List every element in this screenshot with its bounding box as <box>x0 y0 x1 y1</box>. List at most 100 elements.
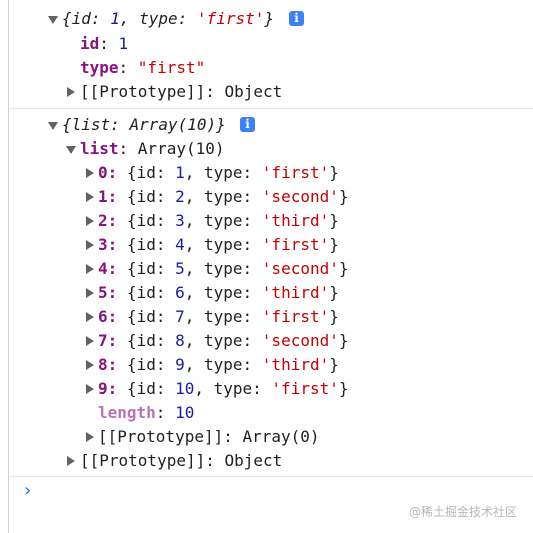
item-value-type: 'second' <box>261 331 339 350</box>
object-summary[interactable]: {list: Array(10)} <box>62 113 226 137</box>
property-list[interactable]: list: Array(10) <box>80 137 225 161</box>
array-index: 4 <box>98 259 108 278</box>
prototype-value: Object <box>224 82 283 101</box>
item-key-id: id: <box>136 163 176 182</box>
item-value-id: 9 <box>175 355 185 374</box>
expand-arrow-right-icon[interactable] <box>86 240 94 250</box>
array-item-row[interactable]: 5: {id: 6, type: 'third'} <box>98 281 339 305</box>
item-value-id: 4 <box>175 235 185 254</box>
array-item-row[interactable]: 2: {id: 3, type: 'third'} <box>98 209 339 233</box>
brace: { <box>126 331 137 350</box>
summary-value-id: 1 <box>110 9 120 28</box>
array-prototype-row[interactable]: [[Prototype]]: Array(0) <box>98 425 320 449</box>
brace: { <box>126 163 137 182</box>
array-index: 6 <box>98 307 108 326</box>
prototype-label: [[Prototype]] <box>80 82 206 101</box>
array-item-row[interactable]: 3: {id: 4, type: 'first'} <box>98 233 339 257</box>
expand-arrow-right-icon[interactable] <box>86 432 94 442</box>
brace: { <box>126 307 137 326</box>
array-index: 9 <box>98 379 108 398</box>
item-key-type: , type: <box>184 163 262 182</box>
watermark: @稀土掘金技术社区 <box>408 505 517 519</box>
item-key-type: , type: <box>184 331 262 350</box>
expand-arrow-down-icon[interactable] <box>66 146 76 154</box>
expand-arrow-right-icon[interactable] <box>86 288 94 298</box>
item-key-type: , type: <box>184 355 262 374</box>
prototype-label: [[Prototype]] <box>80 451 206 470</box>
array-item-row[interactable]: 7: {id: 8, type: 'second'} <box>98 329 349 353</box>
array-index: 5 <box>98 283 108 302</box>
summary-value-type: 'first' <box>196 9 265 28</box>
brace: { <box>126 259 137 278</box>
item-key-type: , type: <box>184 283 262 302</box>
brace: { <box>62 115 72 134</box>
colon: : <box>107 379 118 398</box>
array-index: 0 <box>98 163 108 182</box>
brace: } <box>338 259 349 278</box>
item-value-type: 'first' <box>261 163 330 182</box>
property-key: list <box>80 139 119 158</box>
item-value-type: 'first' <box>261 235 330 254</box>
object-summary[interactable]: {id: 1, type: 'first'} <box>62 7 274 31</box>
colon: : <box>107 187 118 206</box>
item-value-type: 'second' <box>261 259 339 278</box>
item-key-id: id: <box>136 379 176 398</box>
array-index: 8 <box>98 355 108 374</box>
item-value-id: 1 <box>175 163 185 182</box>
info-icon[interactable]: i <box>289 11 304 26</box>
item-key-id: id: <box>136 307 176 326</box>
expand-arrow-right-icon[interactable] <box>86 168 94 178</box>
item-value-type: 'third' <box>261 355 330 374</box>
item-key-type: , type: <box>184 235 262 254</box>
item-key-type: , type: <box>184 187 262 206</box>
array-item-row[interactable]: 0: {id: 1, type: 'first'} <box>98 161 339 185</box>
item-value-id: 3 <box>175 211 185 230</box>
brace: { <box>126 187 137 206</box>
console-left-border <box>8 0 9 533</box>
colon: : <box>107 163 118 182</box>
colon: : <box>107 235 118 254</box>
brace: } <box>216 115 226 134</box>
colon: : <box>107 211 118 230</box>
item-key-id: id: <box>136 211 176 230</box>
summary-key-type: type: <box>139 9 188 28</box>
expand-arrow-right-icon[interactable] <box>86 192 94 202</box>
array-item-row[interactable]: 4: {id: 5, type: 'second'} <box>98 257 349 281</box>
prototype-row[interactable]: [[Prototype]]: Object <box>80 80 282 104</box>
expand-arrow-right-icon[interactable] <box>86 336 94 346</box>
brace: { <box>126 283 137 302</box>
brace: } <box>329 163 339 182</box>
array-index: 2 <box>98 211 108 230</box>
item-value-id: 2 <box>175 187 185 206</box>
array-item-row[interactable]: 1: {id: 2, type: 'second'} <box>98 185 349 209</box>
prototype-value: Array(0) <box>242 427 320 446</box>
item-key-id: id: <box>136 235 176 254</box>
array-item-row[interactable]: 9: {id: 10, type: 'first'} <box>98 377 349 401</box>
expand-arrow-right-icon[interactable] <box>86 360 94 370</box>
info-icon[interactable]: i <box>240 117 255 132</box>
array-item-row[interactable]: 8: {id: 9, type: 'third'} <box>98 353 339 377</box>
expand-arrow-down-icon[interactable] <box>48 122 58 130</box>
brace: { <box>126 355 137 374</box>
expand-arrow-right-icon[interactable] <box>86 264 94 274</box>
expand-arrow-right-icon[interactable] <box>67 456 75 466</box>
item-key-id: id: <box>136 187 176 206</box>
item-key-type: , type: <box>184 211 262 230</box>
expand-arrow-down-icon[interactable] <box>48 16 58 24</box>
brace: } <box>329 283 339 302</box>
expand-arrow-right-icon[interactable] <box>86 312 94 322</box>
property-key: type <box>80 58 119 77</box>
prototype-row[interactable]: [[Prototype]]: Object <box>80 449 282 473</box>
property-value: Array(10) <box>137 139 225 158</box>
item-value-type: 'second' <box>261 187 339 206</box>
expand-arrow-right-icon[interactable] <box>86 384 94 394</box>
array-item-row[interactable]: 6: {id: 7, type: 'first'} <box>98 305 339 329</box>
brace: } <box>329 211 339 230</box>
expand-arrow-right-icon[interactable] <box>86 216 94 226</box>
brace: } <box>338 331 349 350</box>
console-prompt-icon[interactable]: › <box>24 480 31 501</box>
item-value-id: 5 <box>175 259 185 278</box>
message-separator <box>8 108 533 109</box>
brace: { <box>126 235 137 254</box>
expand-arrow-right-icon[interactable] <box>67 87 75 97</box>
